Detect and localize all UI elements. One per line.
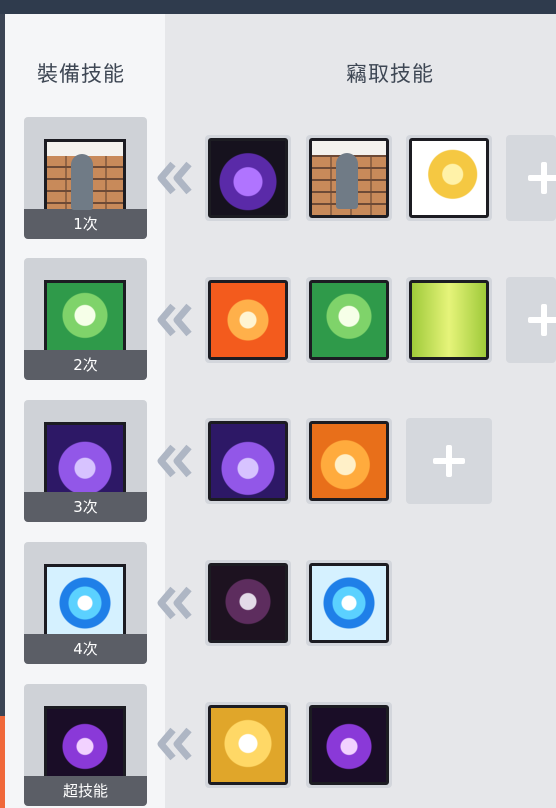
shadow-figure-brick-wall-icon bbox=[309, 138, 389, 218]
violet-demon-aura-icon bbox=[309, 705, 389, 785]
plus-icon bbox=[528, 304, 556, 336]
green-twin-spirits-icon bbox=[409, 280, 489, 360]
stolen-skill-slot[interactable] bbox=[205, 560, 291, 646]
stolen-skill-slot[interactable] bbox=[306, 418, 392, 504]
violet-crystal-spire-icon bbox=[208, 421, 288, 501]
violet-crystal-spire-icon bbox=[44, 422, 126, 500]
golden-heroine-icon bbox=[409, 138, 489, 218]
stolen-skill-slot[interactable] bbox=[205, 418, 291, 504]
add-skill-button[interactable] bbox=[406, 418, 492, 504]
stolen-skill-slot[interactable] bbox=[306, 560, 392, 646]
stolen-skill-slot[interactable] bbox=[406, 135, 492, 221]
equipped-skill-slot-1[interactable]: 1次 bbox=[24, 117, 147, 239]
add-skill-button[interactable] bbox=[506, 135, 556, 221]
double-chevron-left-icon bbox=[157, 727, 192, 761]
slot-caption: 4次 bbox=[24, 634, 147, 664]
double-chevron-left-icon bbox=[157, 161, 192, 195]
slot-caption: 1次 bbox=[24, 209, 147, 239]
double-chevron-left-icon bbox=[157, 303, 192, 337]
golden-guardian-icon bbox=[208, 705, 288, 785]
stolen-skill-slot[interactable] bbox=[205, 277, 291, 363]
stolen-skill-slot[interactable] bbox=[306, 277, 392, 363]
dark-skull-scroll-icon bbox=[208, 563, 288, 643]
plus-icon bbox=[528, 162, 556, 194]
double-chevron-left-icon bbox=[157, 444, 192, 478]
orange-cross-sigil-icon bbox=[208, 280, 288, 360]
stolen-skill-slot[interactable] bbox=[306, 702, 392, 788]
stolen-skill-slot[interactable] bbox=[406, 277, 492, 363]
green-tree-spirit-icon bbox=[309, 280, 389, 360]
green-tree-spirit-icon bbox=[44, 280, 126, 358]
equipped-skill-slot-2[interactable]: 2次 bbox=[24, 258, 147, 380]
equipped-skill-slot-5[interactable]: 超技能 bbox=[24, 684, 147, 806]
equipped-skill-slot-4[interactable]: 4次 bbox=[24, 542, 147, 664]
stolen-skill-slot[interactable] bbox=[306, 135, 392, 221]
blue-orb-shield-icon bbox=[309, 563, 389, 643]
plus-icon bbox=[433, 445, 465, 477]
equipped-skill-slot-3[interactable]: 3次 bbox=[24, 400, 147, 522]
blue-orb-shield-icon bbox=[44, 564, 126, 642]
slot-caption: 超技能 bbox=[24, 776, 147, 806]
purple-winged-blade-icon bbox=[208, 138, 288, 218]
stolen-skill-slot[interactable] bbox=[205, 135, 291, 221]
stolen-skills-header: 竊取技能 bbox=[346, 62, 434, 86]
slot-caption: 3次 bbox=[24, 492, 147, 522]
violet-demon-aura-icon bbox=[44, 706, 126, 784]
top-bar bbox=[0, 0, 556, 14]
double-chevron-left-icon bbox=[157, 586, 192, 620]
slot-caption: 2次 bbox=[24, 350, 147, 380]
orange-flame-burst-icon bbox=[309, 421, 389, 501]
stolen-skill-slot[interactable] bbox=[205, 702, 291, 788]
add-skill-button[interactable] bbox=[506, 277, 556, 363]
shadow-figure-brick-wall-icon bbox=[44, 139, 126, 217]
equipped-skills-header: 裝備技能 bbox=[37, 62, 125, 86]
